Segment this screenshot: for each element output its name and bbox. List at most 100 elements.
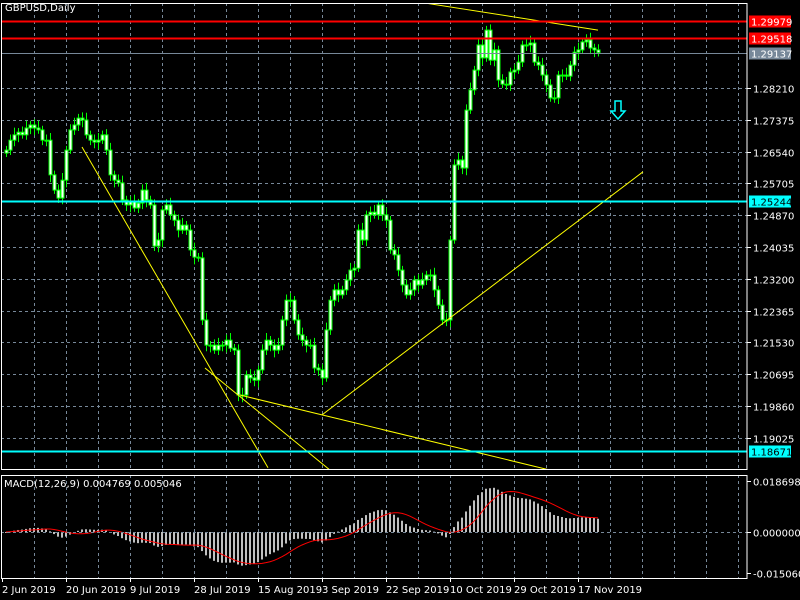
candle bbox=[20, 126, 25, 139]
macd-bar bbox=[521, 498, 523, 532]
candle-body bbox=[276, 344, 281, 351]
candle bbox=[192, 242, 197, 265]
macd-bar bbox=[365, 515, 367, 532]
candle-body bbox=[104, 134, 109, 151]
candle-body bbox=[420, 279, 425, 286]
candle-body bbox=[48, 139, 53, 176]
candle-body bbox=[576, 49, 581, 53]
candle bbox=[516, 54, 521, 74]
candle bbox=[328, 295, 333, 335]
candle-body bbox=[436, 289, 441, 306]
candle-body bbox=[20, 131, 25, 136]
macd-bar bbox=[469, 505, 471, 532]
candle-body bbox=[256, 369, 261, 381]
candle bbox=[348, 262, 353, 287]
macd-tick-label: -0.015060 bbox=[753, 570, 800, 581]
macd-bar bbox=[265, 532, 267, 557]
candle-body bbox=[316, 367, 321, 371]
macd-bar bbox=[77, 530, 79, 532]
price-chart[interactable]: 1.28210 1.27375 1.26540 1.25705 1.24870 1.240… bbox=[0, 0, 800, 600]
macd-bar bbox=[489, 488, 491, 532]
candle bbox=[288, 292, 293, 308]
macd-bar bbox=[205, 532, 207, 556]
candle bbox=[368, 206, 373, 223]
macd-bar bbox=[561, 517, 563, 532]
candle bbox=[568, 60, 573, 82]
candle-body bbox=[312, 344, 317, 369]
candle bbox=[476, 39, 481, 77]
candle-body bbox=[544, 74, 549, 86]
candle bbox=[196, 252, 201, 262]
candle-body bbox=[352, 267, 357, 271]
macd-bar bbox=[245, 532, 247, 566]
macd-bar bbox=[569, 518, 571, 532]
grid bbox=[1, 3, 747, 578]
macd-bar bbox=[113, 532, 115, 535]
candle-body bbox=[68, 129, 73, 151]
candle bbox=[268, 335, 273, 352]
candle-body bbox=[92, 139, 97, 143]
candle-body bbox=[340, 289, 345, 296]
macd-bar bbox=[325, 532, 327, 541]
macd-bar bbox=[85, 529, 87, 532]
candle-body bbox=[488, 29, 493, 61]
macd-bar bbox=[509, 495, 511, 532]
candle-body bbox=[596, 49, 601, 54]
x-tick-label: 9 Jul 2019 bbox=[130, 585, 180, 596]
candle bbox=[552, 90, 557, 103]
candle-body bbox=[248, 374, 253, 379]
candle bbox=[212, 339, 217, 354]
candle-body bbox=[328, 299, 333, 331]
macd-bar bbox=[321, 532, 323, 543]
candle-body bbox=[532, 42, 537, 63]
bid-line-label: 1.29137 bbox=[751, 50, 792, 61]
resistance-line-1-label: 1.29979 bbox=[751, 18, 792, 29]
macd-bar bbox=[389, 512, 391, 532]
macd-bar bbox=[169, 532, 171, 545]
candle bbox=[420, 272, 425, 289]
candle-body bbox=[292, 299, 297, 321]
macd-label: MACD(12,26,9) 0.004769 0.005046 bbox=[4, 479, 182, 490]
candle-body bbox=[280, 319, 285, 346]
candle-body bbox=[468, 89, 473, 111]
candle-body bbox=[44, 139, 49, 142]
macd-bar bbox=[429, 530, 431, 532]
candle bbox=[396, 247, 401, 277]
candle-body bbox=[412, 279, 417, 291]
candle-body bbox=[348, 269, 353, 281]
candle-body bbox=[228, 339, 233, 349]
candle bbox=[392, 244, 397, 260]
candle-body bbox=[16, 131, 21, 136]
candle-body bbox=[224, 339, 229, 346]
candle-body bbox=[160, 209, 165, 241]
candle-body bbox=[476, 44, 481, 71]
candle bbox=[128, 196, 133, 213]
candle-body bbox=[300, 334, 305, 341]
candle bbox=[344, 274, 349, 295]
candle bbox=[248, 369, 253, 383]
candle bbox=[352, 263, 357, 278]
macd-bar bbox=[193, 532, 195, 547]
y-tick-label: 1.19025 bbox=[753, 435, 794, 446]
candle bbox=[556, 70, 561, 104]
candle bbox=[448, 235, 453, 328]
x-tick-label: 15 Aug 2019 bbox=[258, 585, 322, 596]
macd-bar bbox=[237, 532, 239, 565]
candle bbox=[256, 365, 261, 388]
candle-body bbox=[304, 339, 309, 346]
candle-body bbox=[548, 84, 553, 99]
candle bbox=[236, 344, 241, 402]
chart-title: GBPUSD,Daily bbox=[5, 3, 76, 14]
candle-body bbox=[56, 189, 61, 199]
y-tick-label: 1.28210 bbox=[753, 85, 794, 96]
candle bbox=[340, 285, 345, 299]
candle bbox=[584, 34, 589, 47]
candle-body bbox=[588, 39, 593, 49]
candle bbox=[296, 314, 301, 340]
macd-bar bbox=[385, 510, 387, 532]
candle bbox=[532, 38, 537, 66]
support-line-2-label: 1.18671 bbox=[751, 448, 792, 459]
candle bbox=[400, 265, 405, 293]
candle-body bbox=[192, 249, 197, 258]
candle-body bbox=[372, 211, 377, 216]
